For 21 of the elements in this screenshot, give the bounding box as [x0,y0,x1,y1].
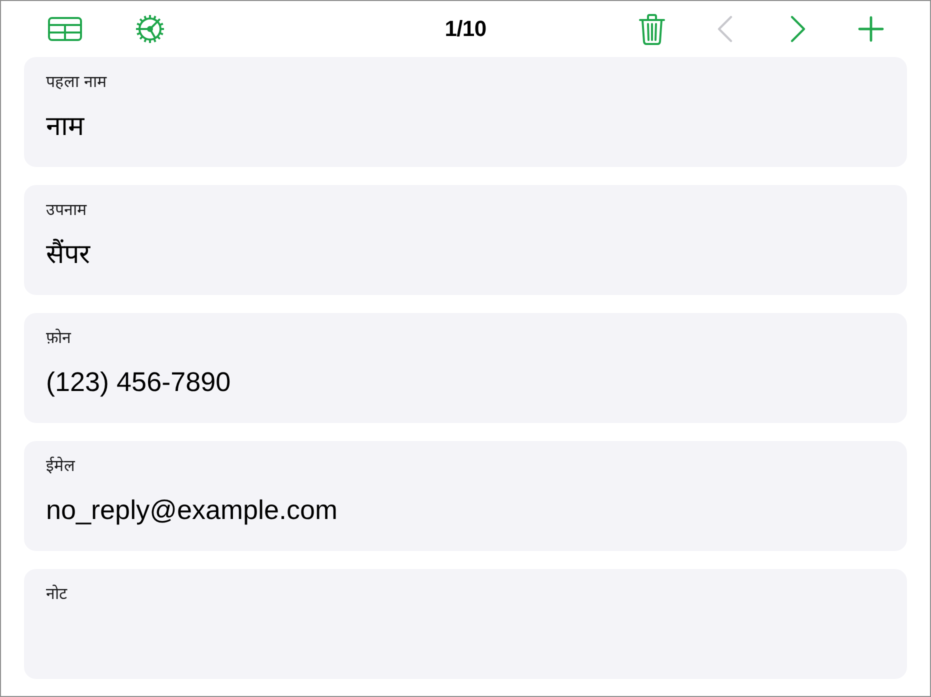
chevron-right-icon [790,15,806,43]
field-label: नोट [46,583,67,605]
trash-icon [639,13,665,45]
table-icon [48,17,82,41]
field-label: उपनाम [46,199,87,221]
record-counter: 1/10 [444,16,486,42]
gear-icon [135,14,165,44]
text-field[interactable]: नोट [24,569,907,679]
field-value: नाम [46,110,84,143]
chevron-left-icon [717,15,733,43]
plus-icon [858,16,884,42]
text-field[interactable]: पहला नाम नाम [24,57,907,167]
text-field[interactable]: उपनाम सैंपर [24,185,907,295]
field-label: फ़ोन [46,327,71,349]
field-value: (123) 456-7890 [46,366,231,399]
text-field[interactable]: फ़ोन (123) 456-7890 [24,313,907,423]
field-value: सैंपर [46,238,90,271]
field-label: पहला नाम [46,71,108,93]
text-field[interactable]: ईमेल no_reply@example.com [24,441,907,551]
field-label: ईमेल [46,455,75,477]
field-value: no_reply@example.com [46,494,338,527]
